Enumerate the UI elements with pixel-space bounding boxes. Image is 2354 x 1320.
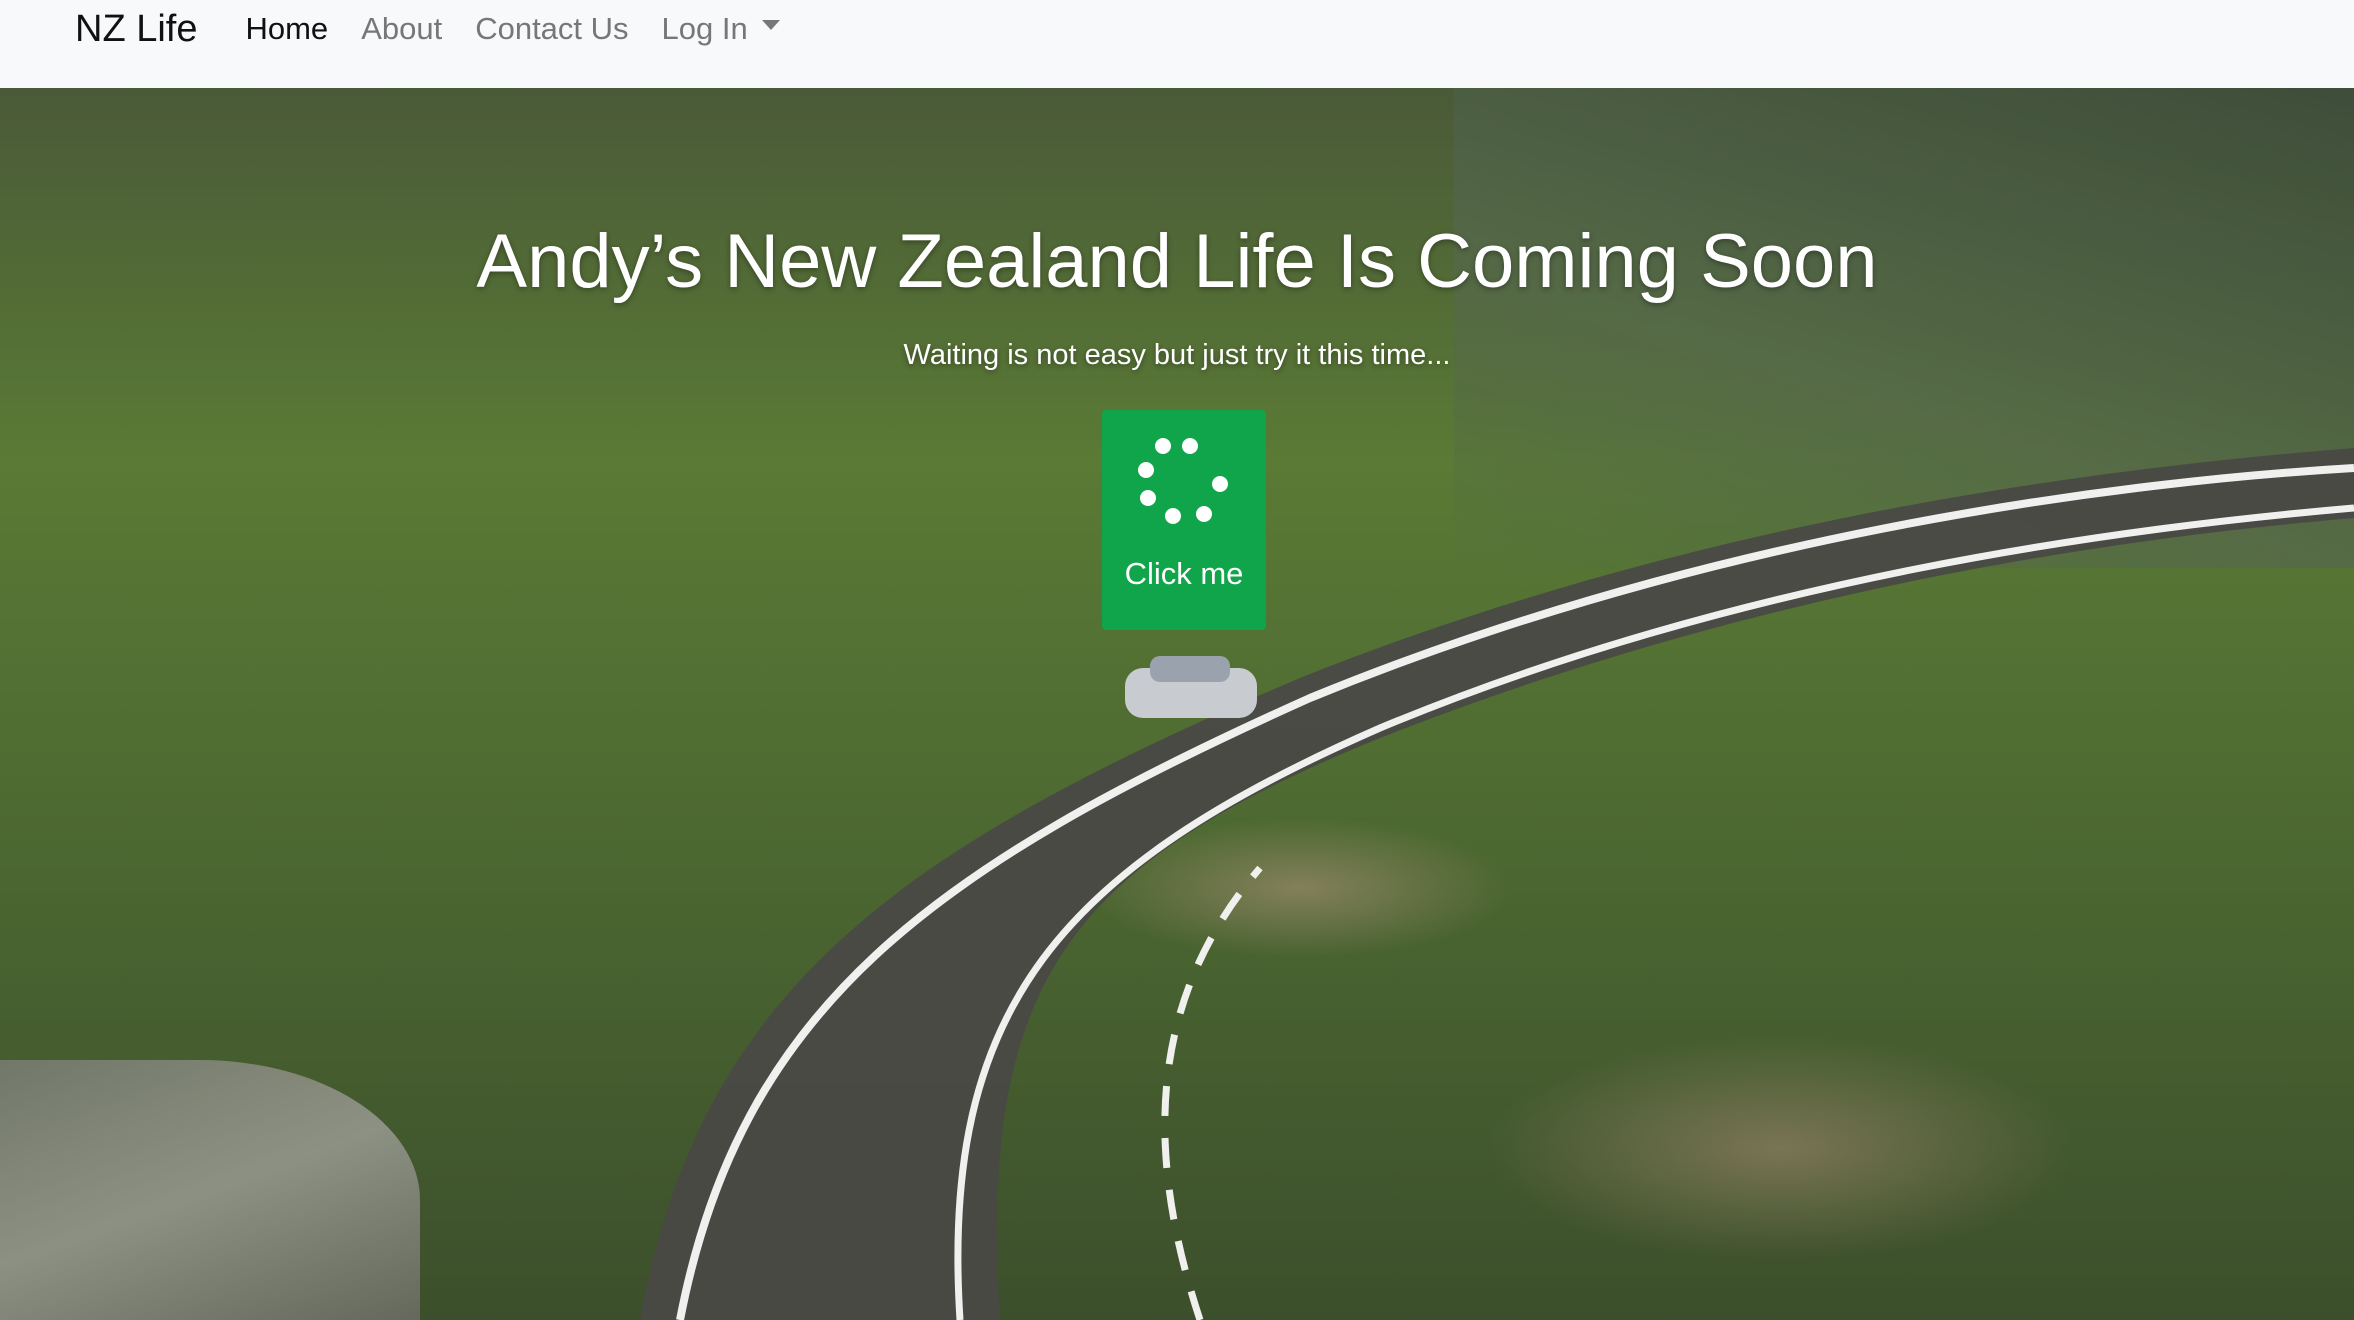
- click-me-button[interactable]: Click me: [1102, 410, 1266, 630]
- login-dropdown[interactable]: Log In: [662, 11, 780, 47]
- spinner-icon: [1138, 436, 1230, 528]
- login-dropdown-label: Log In: [661, 11, 748, 46]
- nav-contact-us[interactable]: Contact Us: [475, 11, 628, 47]
- nav-links: Home About Contact Us Log In: [245, 11, 780, 47]
- hero-section: Andy’s New Zealand Life Is Coming Soon W…: [0, 88, 2354, 1320]
- navbar: NZ Life Home About Contact Us Log In: [0, 0, 2354, 88]
- brand-logo[interactable]: NZ Life: [75, 8, 197, 51]
- nav-home[interactable]: Home: [245, 11, 328, 47]
- chevron-down-icon: [761, 20, 780, 30]
- nav-about[interactable]: About: [361, 11, 442, 47]
- hero-subtitle: Waiting is not easy but just try it this…: [903, 339, 1451, 371]
- click-me-label: Click me: [1124, 556, 1244, 591]
- hero-content: Andy’s New Zealand Life Is Coming Soon W…: [0, 88, 2354, 372]
- hero-title: Andy’s New Zealand Life Is Coming Soon: [476, 219, 1878, 304]
